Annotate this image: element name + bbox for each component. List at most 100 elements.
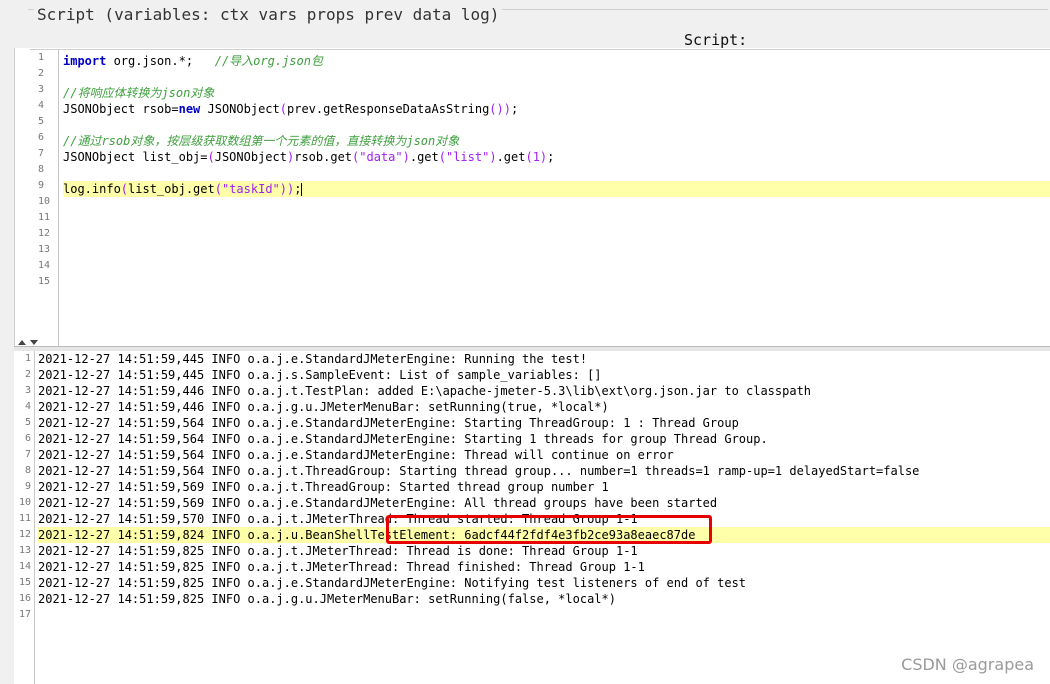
log-line-number: 10 bbox=[18, 497, 31, 508]
log-line-number: 11 bbox=[18, 513, 31, 524]
log-line: 2021-12-27 14:51:59,825 INFO o.a.j.t.JMe… bbox=[38, 560, 645, 574]
code-token: "taskId" bbox=[221, 182, 280, 196]
code-line[interactable]: //将响应体转换为json对象 bbox=[63, 85, 1050, 101]
annotation-highlight-box bbox=[386, 515, 712, 544]
code-token: (1) bbox=[525, 150, 548, 164]
editor-line-number: 1 bbox=[38, 52, 45, 63]
editor-code-area[interactable]: import org.json.*; //导入org.json包 //将响应体转换… bbox=[63, 53, 1050, 293]
log-line-number: 13 bbox=[18, 545, 31, 556]
code-token: JSONObject list_obj= bbox=[63, 150, 208, 164]
log-line-number: 7 bbox=[24, 449, 31, 460]
log-line-number: 12 bbox=[18, 529, 31, 540]
editor-line-number: 12 bbox=[38, 228, 51, 239]
code-token: .get bbox=[409, 150, 439, 164]
code-line[interactable] bbox=[63, 69, 1050, 85]
editor-line-number: 2 bbox=[38, 68, 45, 79]
editor-line-number: 4 bbox=[38, 100, 45, 111]
script-label: Script: bbox=[684, 31, 748, 49]
code-token: ( bbox=[207, 150, 215, 164]
log-text-area[interactable]: 2021-12-27 14:51:59,445 INFO o.a.j.e.Sta… bbox=[38, 351, 1050, 623]
text-cursor bbox=[301, 183, 303, 196]
code-line[interactable]: import org.json.*; //导入org.json包 bbox=[63, 53, 1050, 69]
code-token: log.info bbox=[63, 182, 121, 196]
log-line-number: 17 bbox=[18, 609, 31, 620]
code-token: ) bbox=[489, 150, 497, 164]
log-line: 2021-12-27 14:51:59,564 INFO o.a.j.e.Sta… bbox=[38, 416, 739, 430]
script-panel-title: Script (variables: ctx vars props prev d… bbox=[34, 5, 503, 24]
code-token: JSONObject bbox=[200, 102, 280, 116]
editor-line-number: 11 bbox=[38, 212, 51, 223]
log-line-number: 2 bbox=[24, 369, 31, 380]
code-line[interactable] bbox=[63, 213, 1050, 229]
log-line: 2021-12-27 14:51:59,825 INFO o.a.j.g.u.J… bbox=[38, 592, 616, 606]
code-token: //通过rsob对象，按层级获取数组第一个元素的值，直接转换为json对象 bbox=[63, 134, 460, 148]
editor-line-number: 6 bbox=[38, 132, 45, 143]
code-token: import bbox=[63, 54, 107, 68]
log-line-numbers: 1 2 3 4 5 6 7 8 9 10 11 12 13 14 15 16 17 bbox=[14, 351, 35, 684]
code-line[interactable]: //通过rsob对象，按层级获取数组第一个元素的值，直接转换为json对象 bbox=[63, 133, 1050, 149]
log-line-number: 3 bbox=[24, 385, 31, 396]
log-line-number: 4 bbox=[24, 401, 31, 412]
log-line-number: 6 bbox=[24, 433, 31, 444]
code-token: prev.getResponseDataAsString bbox=[287, 102, 490, 116]
left-panel-strip bbox=[0, 0, 15, 684]
log-line: 2021-12-27 14:51:59,569 INFO o.a.j.t.Thr… bbox=[38, 480, 609, 494]
code-token: list_obj.get bbox=[128, 182, 215, 196]
code-token: ( bbox=[438, 150, 446, 164]
editor-line-number: 13 bbox=[38, 244, 51, 255]
log-line: 2021-12-27 14:51:59,446 INFO o.a.j.g.u.J… bbox=[38, 400, 609, 414]
log-line: 2021-12-27 14:51:59,825 INFO o.a.j.t.JMe… bbox=[38, 544, 638, 558]
code-line[interactable]: JSONObject list_obj=(JSONObject)rsob.get… bbox=[63, 149, 1050, 165]
code-line[interactable]: log.info(list_obj.get("taskId")); bbox=[63, 181, 1050, 197]
log-line-number: 1 bbox=[24, 353, 31, 364]
log-line: 2021-12-27 14:51:59,445 INFO o.a.j.s.Sam… bbox=[38, 368, 602, 382]
editor-line-number: 9 bbox=[38, 180, 45, 191]
log-line: 2021-12-27 14:51:59,564 INFO o.a.j.e.Sta… bbox=[38, 448, 674, 462]
code-token: ( bbox=[279, 102, 287, 116]
code-line[interactable] bbox=[63, 261, 1050, 277]
code-token: new bbox=[178, 102, 201, 116]
log-line-number: 16 bbox=[18, 593, 31, 604]
code-token: //导入org.json包 bbox=[214, 54, 323, 68]
expand-down-icon[interactable] bbox=[30, 340, 38, 345]
code-token: ; bbox=[510, 102, 519, 116]
log-line: 2021-12-27 14:51:59,445 INFO o.a.j.e.Sta… bbox=[38, 352, 588, 366]
watermark: CSDN @agrapea bbox=[901, 655, 1034, 674]
code-line[interactable]: JSONObject rsob=new JSONObject(prev.getR… bbox=[63, 101, 1050, 117]
script-panel-header: Script (variables: ctx vars props prev d… bbox=[14, 0, 1050, 49]
log-line: 2021-12-27 14:51:59,569 INFO o.a.j.e.Sta… bbox=[38, 496, 718, 510]
log-line: 2021-12-27 14:51:59,564 INFO o.a.j.e.Sta… bbox=[38, 432, 768, 446]
code-line[interactable] bbox=[63, 165, 1050, 181]
code-token: JSONObject bbox=[214, 150, 287, 164]
code-token: //将响应体转换为json对象 bbox=[63, 86, 215, 100]
editor-line-number: 15 bbox=[38, 276, 51, 287]
editor-line-number: 7 bbox=[38, 148, 45, 159]
editor-line-number: 8 bbox=[38, 164, 45, 175]
code-line[interactable] bbox=[63, 245, 1050, 261]
code-token: "list" bbox=[445, 150, 490, 164]
editor-line-number: 10 bbox=[38, 196, 51, 207]
code-token: ( bbox=[214, 182, 222, 196]
editor-line-numbers: 1 2 3 4 5 6 7 8 9 10 11 12 13 14 15 bbox=[30, 50, 59, 347]
code-token: ( bbox=[120, 182, 129, 196]
code-line[interactable] bbox=[63, 229, 1050, 245]
code-line[interactable] bbox=[63, 277, 1050, 293]
code-token: ) bbox=[402, 150, 410, 164]
expand-up-icon[interactable] bbox=[18, 340, 26, 345]
log-line: 2021-12-27 14:51:59,446 INFO o.a.j.t.Tes… bbox=[38, 384, 812, 398]
script-editor[interactable]: 1 2 3 4 5 6 7 8 9 10 11 12 13 14 15 import org.json.*;… bbox=[30, 49, 1050, 347]
log-line-number: 14 bbox=[18, 561, 31, 572]
code-token: JSONObject rsob= bbox=[63, 102, 179, 116]
code-token: "data" bbox=[359, 150, 403, 164]
log-line-number: 15 bbox=[18, 577, 31, 588]
log-line-number: 8 bbox=[24, 465, 31, 476]
editor-line-number: 3 bbox=[38, 84, 45, 95]
code-line[interactable] bbox=[63, 117, 1050, 133]
code-token: .get bbox=[496, 150, 526, 164]
code-token: )) bbox=[279, 182, 295, 196]
code-line[interactable] bbox=[63, 197, 1050, 213]
editor-line-number: 5 bbox=[38, 116, 45, 127]
editor-line-number: 14 bbox=[38, 260, 51, 271]
code-token: ; bbox=[547, 150, 555, 164]
